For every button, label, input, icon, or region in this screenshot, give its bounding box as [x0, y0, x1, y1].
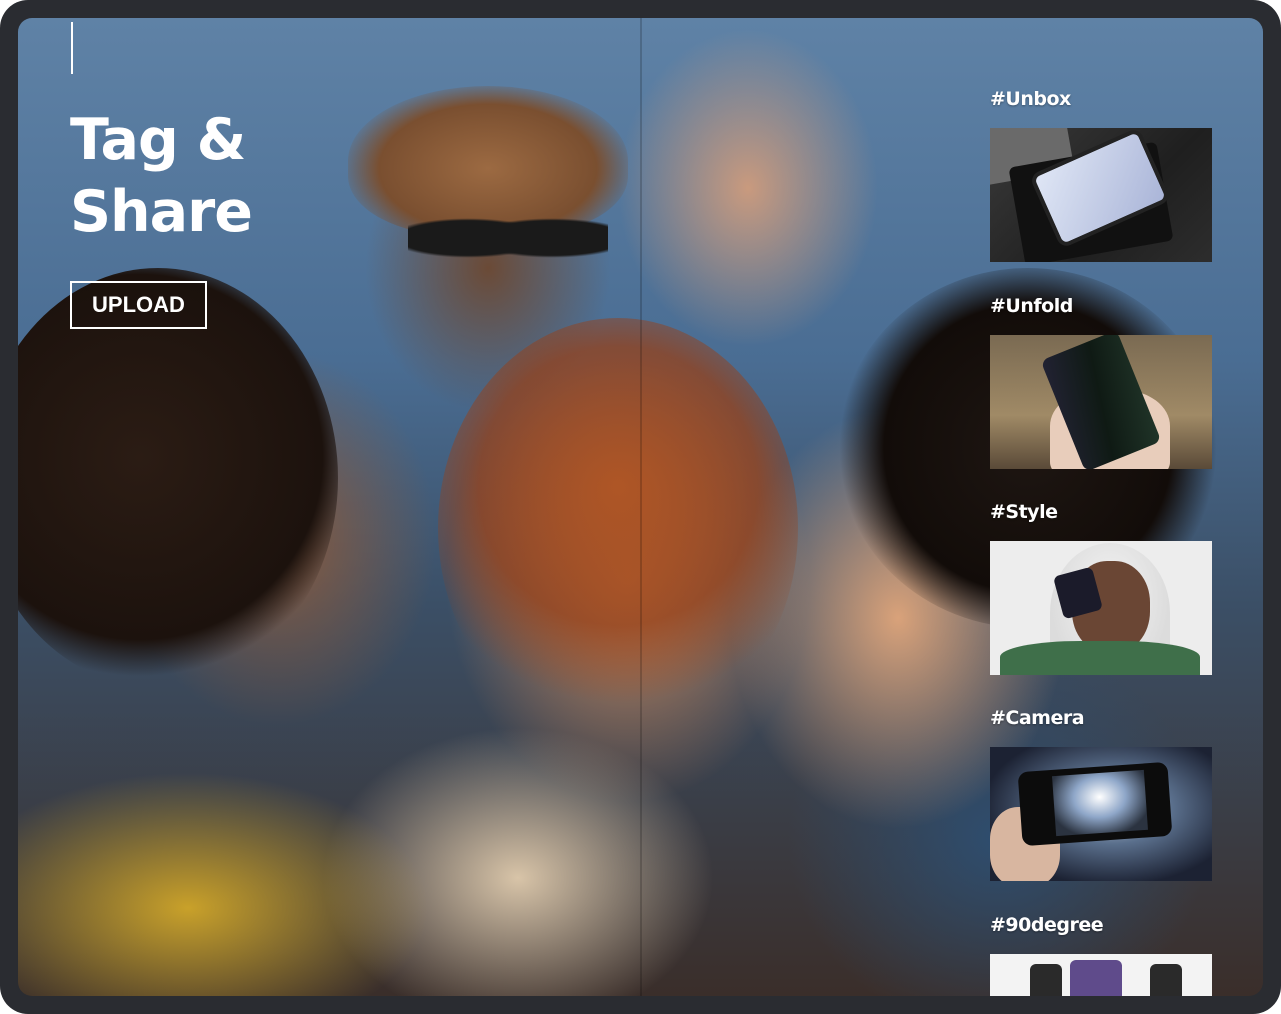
app-screen: Tag & Share UPLOAD #Unbox #Unfold #Style	[18, 18, 1263, 996]
tag-label-90degree[interactable]: #90degree	[990, 914, 1104, 936]
background-photo-sunglasses	[408, 203, 608, 273]
coat-image	[1000, 641, 1200, 675]
phone-image	[1150, 964, 1182, 996]
background-photo-person-center	[438, 318, 798, 738]
page-title-line-1: Tag &	[70, 107, 246, 173]
thumbnail-90degree[interactable]	[990, 954, 1212, 996]
camera-viewfinder-image	[1052, 769, 1148, 837]
thumbnail-unbox[interactable]	[990, 128, 1212, 262]
screen-fold-line	[640, 18, 642, 996]
upload-button[interactable]: UPLOAD	[70, 281, 207, 329]
thumbnail-camera[interactable]	[990, 747, 1212, 881]
accent-line	[71, 22, 73, 74]
tag-label-unbox[interactable]: #Unbox	[990, 88, 1071, 110]
background-photo-person-left	[18, 268, 338, 688]
foldable-device-frame: Tag & Share UPLOAD #Unbox #Unfold #Style	[0, 0, 1281, 1014]
phone-image	[1030, 964, 1062, 996]
tag-label-camera[interactable]: #Camera	[990, 707, 1085, 729]
phone-image	[1070, 960, 1122, 996]
page-title: Tag & Share	[70, 104, 330, 248]
thumbnail-unfold[interactable]	[990, 335, 1212, 469]
tag-label-style[interactable]: #Style	[990, 501, 1058, 523]
thumbnail-style[interactable]	[990, 541, 1212, 675]
tag-label-unfold[interactable]: #Unfold	[990, 295, 1073, 317]
page-title-line-2: Share	[70, 179, 253, 245]
